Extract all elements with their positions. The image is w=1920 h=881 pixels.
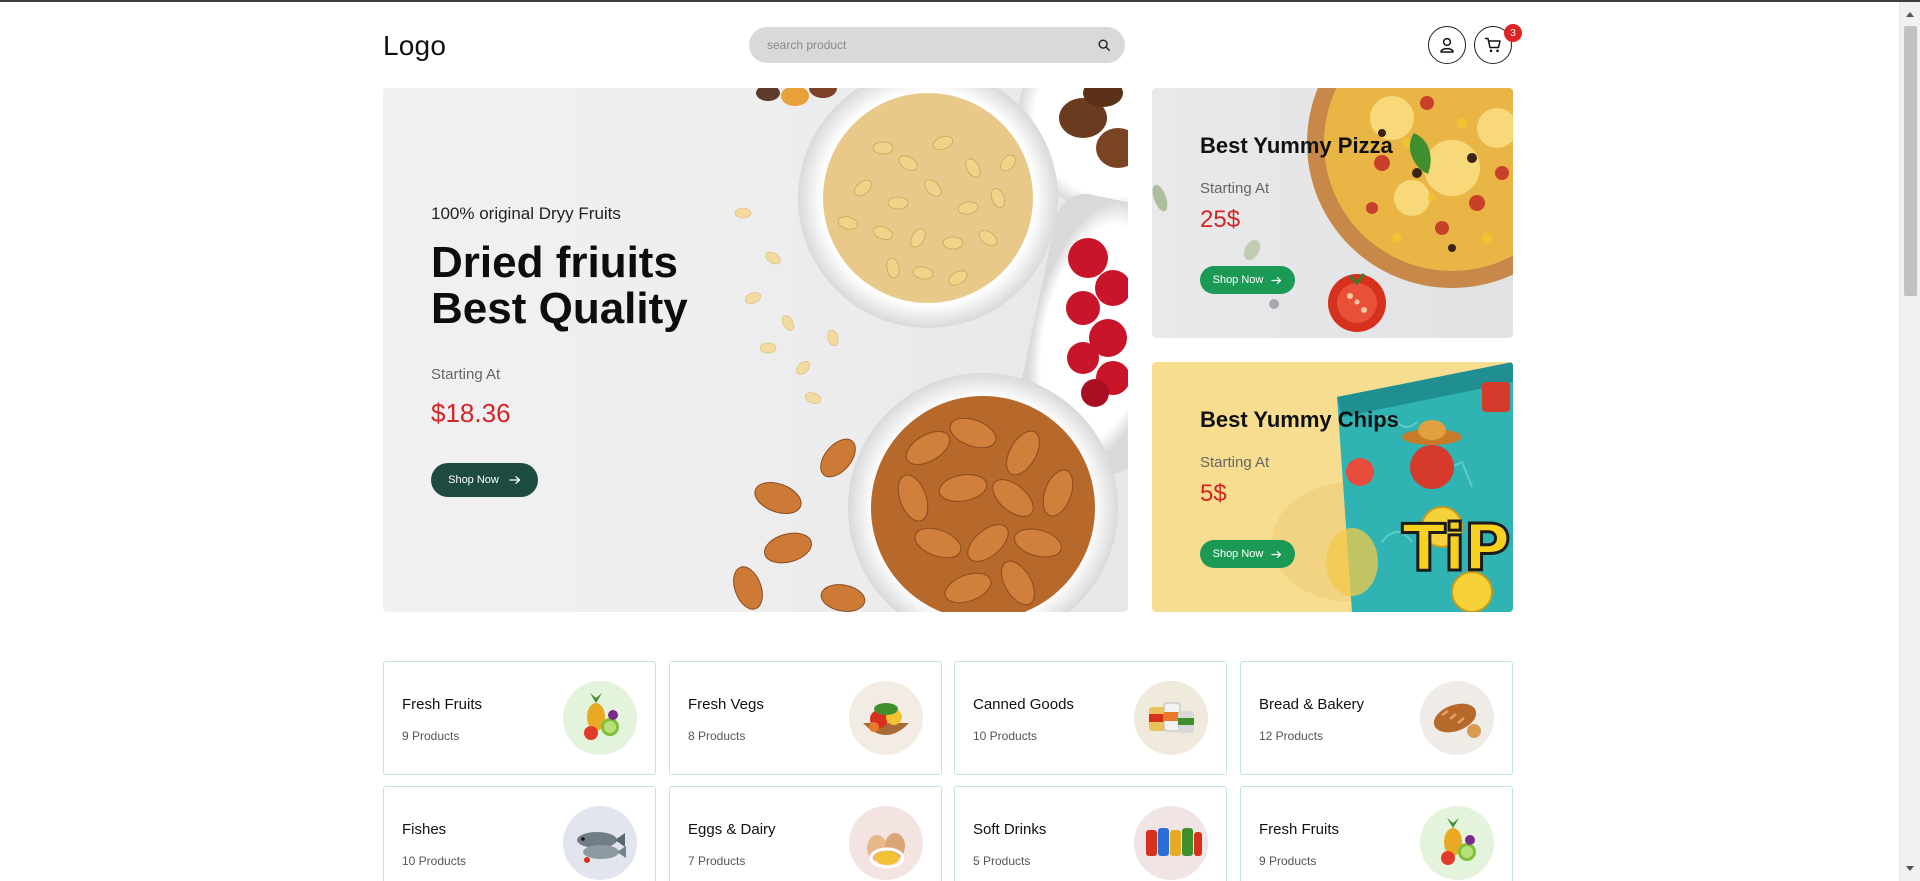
chips-banner-title: Best Yummy Chips <box>1200 407 1399 432</box>
dried-fruits-image <box>733 88 1128 612</box>
category-card-fresh-fruits-2[interactable]: Fresh Fruits 9 Products <box>1240 786 1513 881</box>
scroll-up-arrow-icon[interactable] <box>1906 12 1914 17</box>
hero-starting-label: Starting At <box>431 366 501 383</box>
pizza-shop-now-button[interactable]: Shop Now <box>1200 266 1295 294</box>
pizza-banner: Best Yummy Pizza Starting At 25$ Shop No… <box>1152 88 1513 338</box>
category-name: Fresh Fruits <box>1259 821 1340 838</box>
chips-brand-logo: TiP <box>1401 511 1512 588</box>
category-count: 5 Products <box>973 854 1031 868</box>
vertical-scrollbar[interactable] <box>1899 2 1920 881</box>
fish-icon <box>563 806 637 880</box>
category-card-eggs-dairy[interactable]: Eggs & Dairy 7 Products <box>669 786 942 881</box>
chips-price: 5$ <box>1200 480 1227 507</box>
hero-shop-now-label: Shop Now <box>448 474 499 486</box>
hero-subtitle: 100% original Dryy Fruits <box>431 204 621 223</box>
category-name: Fresh Vegs <box>688 696 764 713</box>
arrow-right-icon <box>1271 276 1282 284</box>
category-name: Fishes <box>402 821 447 838</box>
category-count: 8 Products <box>688 729 746 743</box>
chips-banner: TiP Best Yummy Chips Starting At 5$ Shop… <box>1152 362 1513 612</box>
pizza-price: 25$ <box>1200 206 1241 233</box>
category-count: 9 Products <box>402 729 460 743</box>
category-name: Eggs & Dairy <box>688 821 776 838</box>
category-name: Soft Drinks <box>973 821 1047 838</box>
category-name: Fresh Fruits <box>402 696 483 713</box>
chips-shop-now-label: Shop Now <box>1212 548 1264 560</box>
category-card-fresh-vegs[interactable]: Fresh Vegs 8 Products <box>669 661 942 775</box>
user-icon <box>1440 37 1454 53</box>
search-icon[interactable] <box>1097 38 1111 52</box>
category-count: 10 Products <box>402 854 467 868</box>
vegetables-icon <box>849 681 923 755</box>
arrow-right-icon <box>509 476 521 484</box>
category-name: Canned Goods <box>973 696 1074 713</box>
hero-price: $18.36 <box>431 398 511 428</box>
chips-shop-now-button[interactable]: Shop Now <box>1200 540 1295 568</box>
window-top-border <box>0 0 1920 2</box>
hero-title-line-2: Best Quality <box>431 284 688 333</box>
pizza-starting-label: Starting At <box>1200 180 1270 197</box>
fruits-icon <box>563 681 637 755</box>
category-card-soft-drinks[interactable]: Soft Drinks 5 Products <box>954 786 1227 881</box>
category-name: Bread & Bakery <box>1259 696 1365 713</box>
hero-banner: 100% original Dryy Fruits Dried friuits … <box>383 88 1128 612</box>
search-bar[interactable] <box>749 27 1125 63</box>
hero-title-line-1: Dried friuits <box>431 238 678 287</box>
cart-count-badge: 3 <box>1504 24 1522 42</box>
bread-icon <box>1420 681 1494 755</box>
category-card-fishes[interactable]: Fishes 10 Products <box>383 786 656 881</box>
arrow-right-icon <box>1271 550 1282 558</box>
hero-title: Dried friuits Best Quality <box>431 240 688 332</box>
category-count: 9 Products <box>1259 854 1317 868</box>
chips-starting-label: Starting At <box>1200 454 1270 471</box>
cart-icon <box>1484 37 1501 53</box>
pizza-shop-now-label: Shop Now <box>1212 274 1264 286</box>
canned-goods-icon <box>1134 681 1208 755</box>
eggs-icon <box>849 806 923 880</box>
scrollbar-thumb[interactable] <box>1904 26 1917 296</box>
hero-shop-now-button[interactable]: Shop Now <box>431 463 538 497</box>
category-count: 10 Products <box>973 729 1038 743</box>
account-button[interactable] <box>1428 26 1466 64</box>
category-card-fresh-fruits[interactable]: Fresh Fruits 9 Products <box>383 661 656 775</box>
pizza-banner-title: Best Yummy Pizza <box>1200 133 1393 158</box>
category-card-canned-goods[interactable]: Canned Goods 10 Products <box>954 661 1227 775</box>
category-card-bread-bakery[interactable]: Bread & Bakery 12 Products <box>1240 661 1513 775</box>
category-count: 12 Products <box>1259 729 1324 743</box>
drinks-icon <box>1134 806 1208 880</box>
search-input[interactable] <box>767 27 1087 63</box>
category-count: 7 Products <box>688 854 746 868</box>
logo[interactable]: Logo <box>383 30 446 62</box>
fruits-icon <box>1420 806 1494 880</box>
scroll-down-arrow-icon[interactable] <box>1906 866 1914 871</box>
